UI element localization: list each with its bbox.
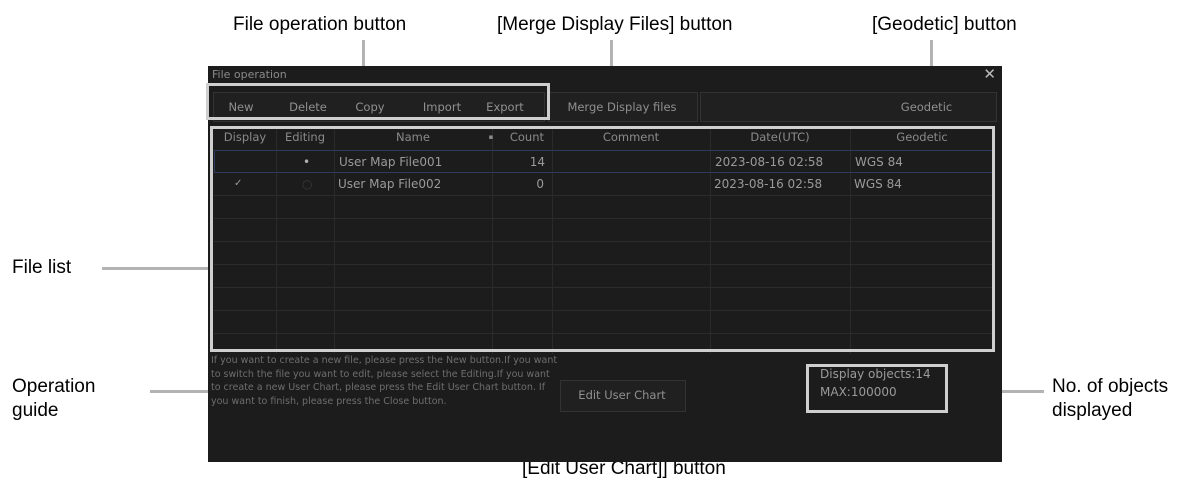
callout-operation-guide-2: guide <box>12 400 59 421</box>
window-title: File operation <box>212 68 287 81</box>
close-icon[interactable]: ✕ <box>983 65 996 83</box>
merge-display-files-button[interactable]: Merge Display files <box>548 93 696 121</box>
callout-file-list: File list <box>12 257 72 278</box>
callout-objects-1: No. of objects <box>1052 376 1169 397</box>
callout-geodetic: [Geodetic] button <box>872 14 1017 35</box>
leader-file-list <box>102 267 212 270</box>
geodetic-button[interactable]: Geodetic <box>858 93 995 121</box>
operation-guide: If you want to create a new file, please… <box>211 355 558 407</box>
highlight-objects <box>806 364 948 413</box>
leader-operation-guide <box>150 390 212 393</box>
callout-objects-2: displayed <box>1052 400 1133 421</box>
callout-merge-display-files: [Merge Display Files] button <box>497 14 733 35</box>
highlight-file-operation <box>206 83 550 120</box>
edit-user-chart-button[interactable]: Edit User Chart <box>560 381 684 409</box>
highlight-file-list <box>210 126 995 352</box>
callout-operation-guide-1: Operation <box>12 376 96 397</box>
callout-file-operation: File operation button <box>233 14 407 35</box>
